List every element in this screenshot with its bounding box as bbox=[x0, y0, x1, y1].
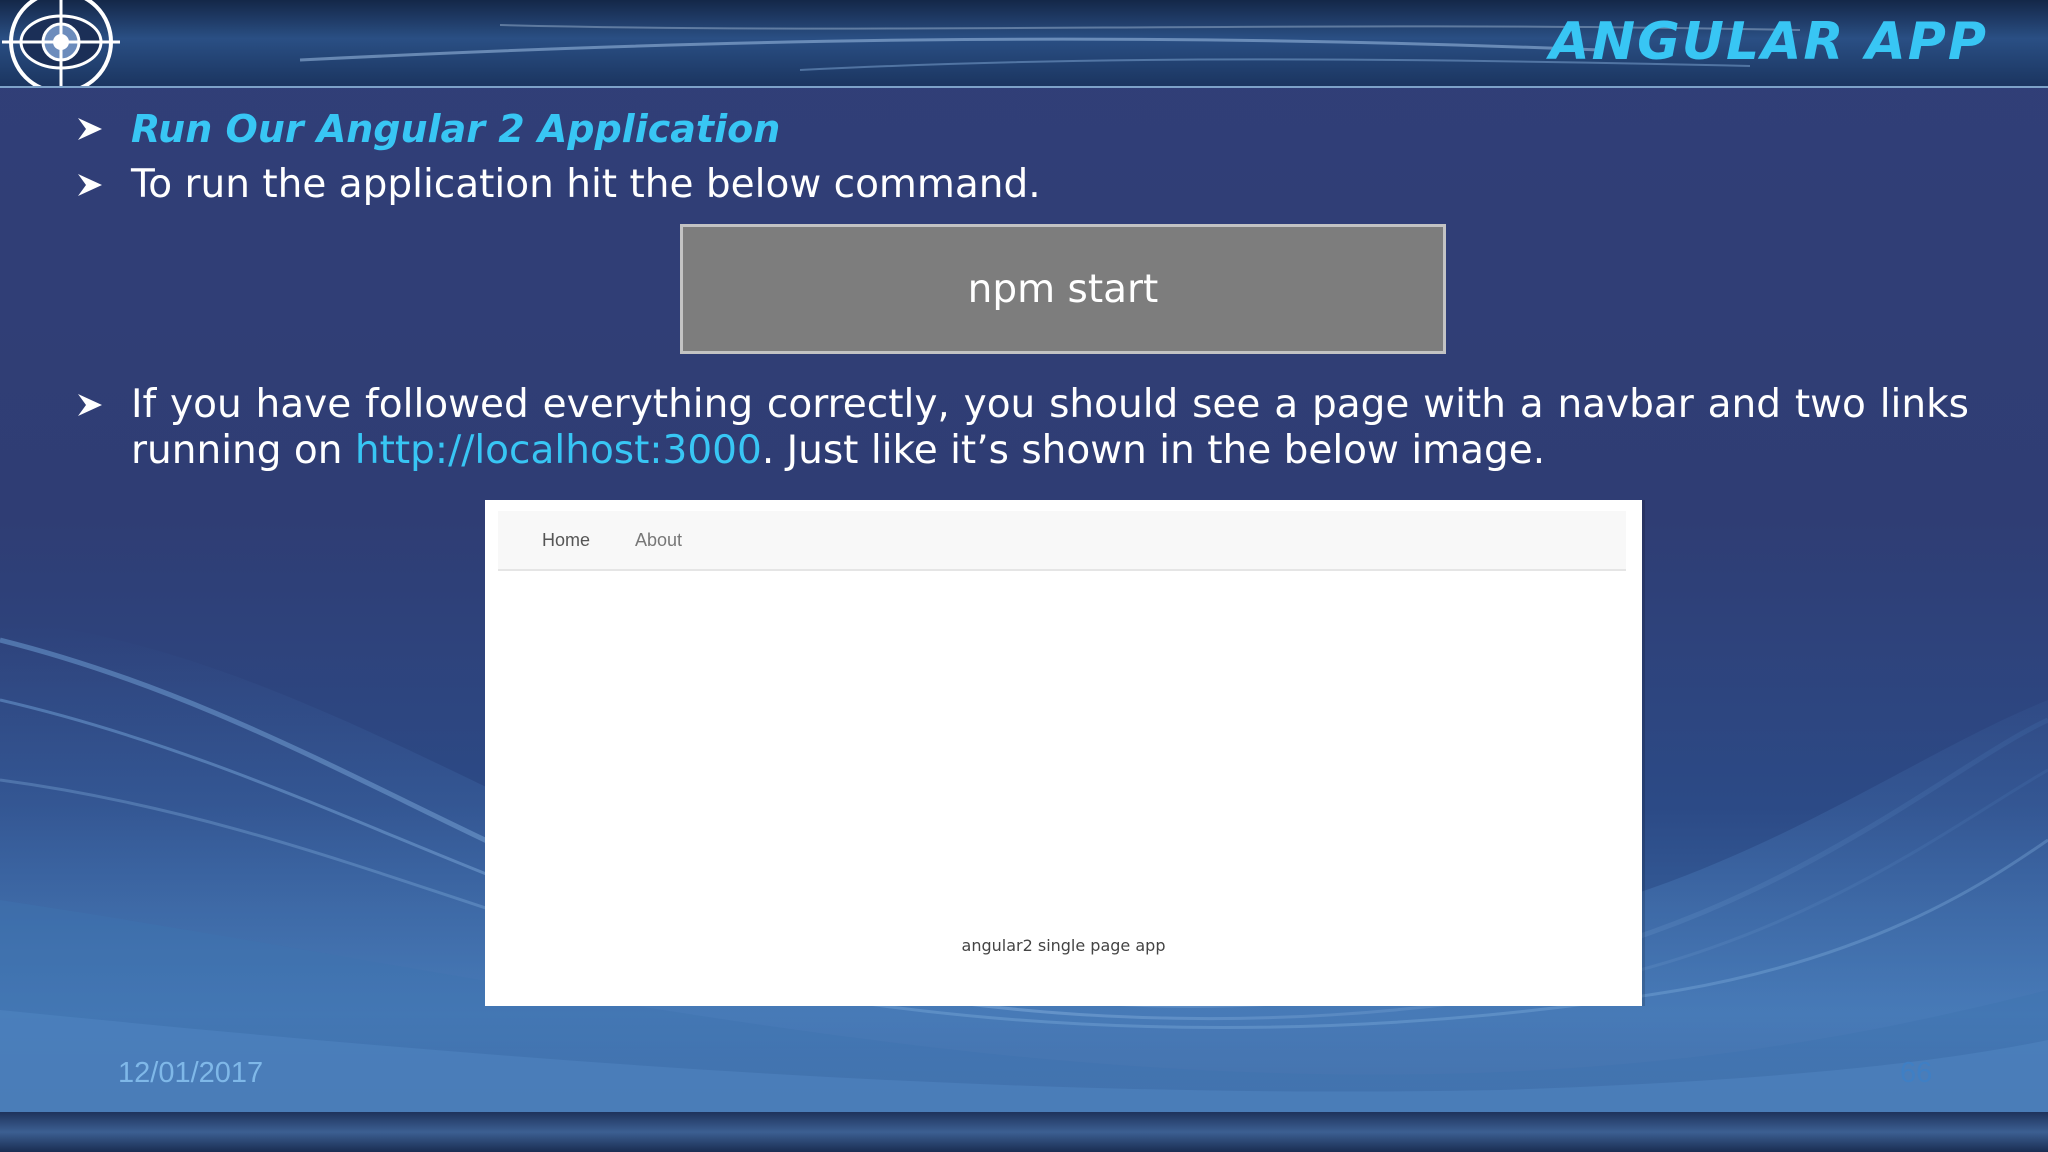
bullet-heading-text: Run Our Angular 2 Application bbox=[131, 107, 781, 151]
app-screenshot: Home About angular2 single page app bbox=[485, 500, 1642, 1006]
localhost-link[interactable]: http://localhost:3000 bbox=[355, 428, 762, 473]
screenshot-nav-about: About bbox=[635, 530, 683, 550]
footer-band bbox=[0, 1112, 2048, 1152]
eye-target-icon bbox=[2, 0, 120, 86]
arrow-bullet-icon bbox=[78, 118, 102, 140]
screenshot-footer-text: angular2 single page app bbox=[961, 936, 1166, 955]
slide-date: 12/01/2017 bbox=[118, 1057, 264, 1089]
bullet-instruction-text: To run the application hit the below com… bbox=[131, 162, 1041, 207]
screenshot-shadow bbox=[1642, 500, 1645, 1006]
arrow-bullet-icon bbox=[78, 394, 102, 416]
screenshot-nav-home: Home bbox=[542, 530, 591, 550]
page-number: 66 bbox=[1900, 1057, 1933, 1089]
header-band: ANGULAR APP bbox=[0, 0, 2048, 88]
command-text: npm start bbox=[967, 266, 1159, 312]
bullet-description-text: If you have followed everything correctl… bbox=[131, 382, 1969, 474]
screenshot-navbar: Home About bbox=[498, 511, 1626, 571]
slide-title: ANGULAR APP bbox=[1549, 12, 1988, 72]
description-text-after: . Just like it’s shown in the below imag… bbox=[761, 428, 1546, 473]
arrow-bullet-icon bbox=[78, 174, 102, 196]
slide: ANGULAR APP Run Our Angular 2 Applicatio… bbox=[0, 0, 2048, 1152]
command-box: npm start bbox=[680, 224, 1446, 354]
